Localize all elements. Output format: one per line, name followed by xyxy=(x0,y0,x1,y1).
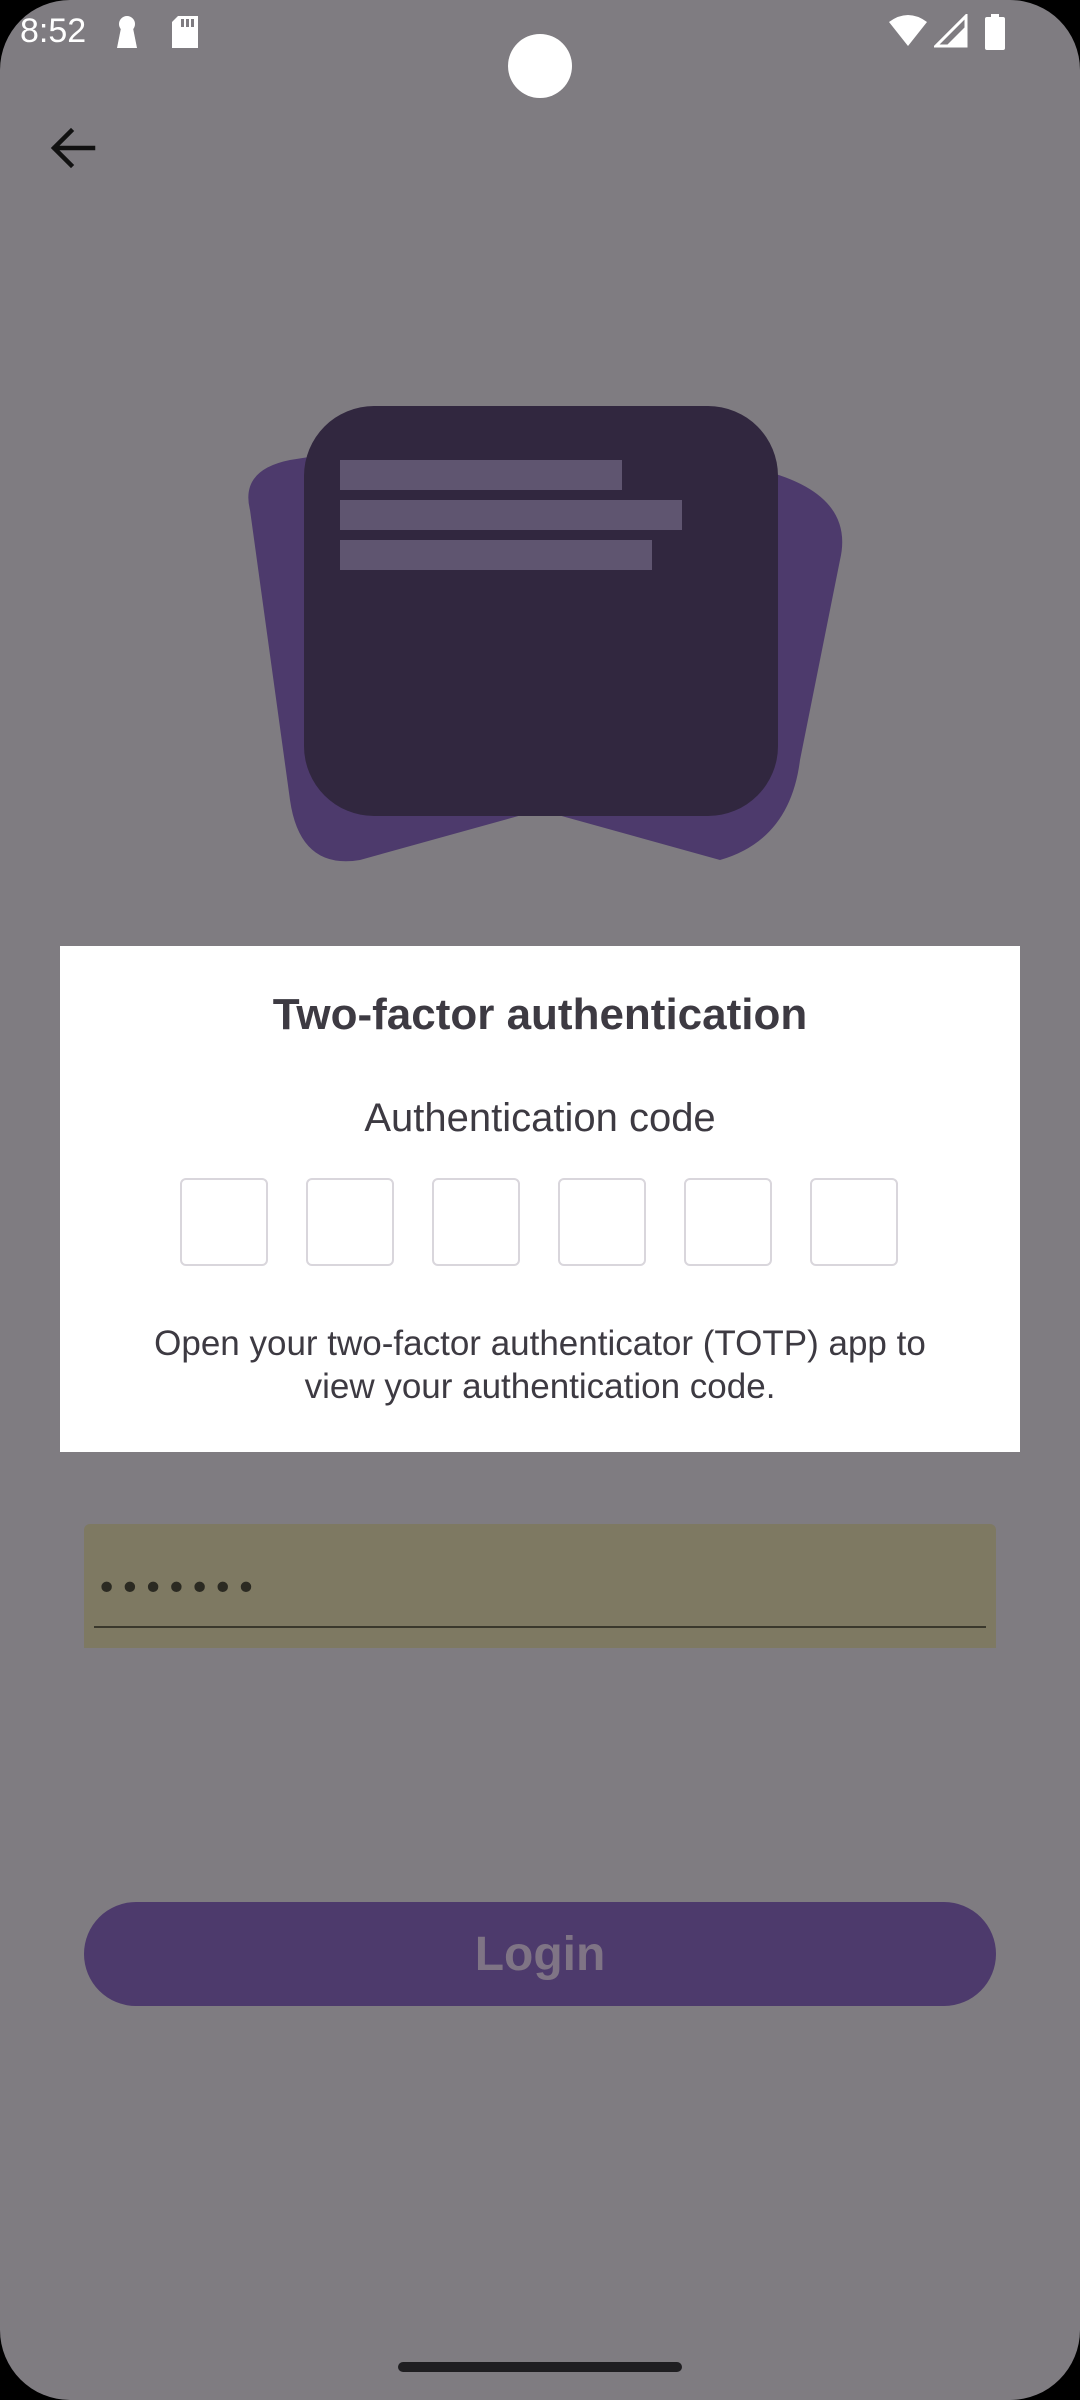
signal-icon xyxy=(932,12,968,53)
back-button[interactable] xyxy=(30,105,116,191)
sd-card-icon xyxy=(170,14,200,55)
authentication-code-input xyxy=(180,1178,900,1270)
code-digit-box[interactable] xyxy=(684,1178,772,1266)
gesture-nav-handle[interactable] xyxy=(398,2362,682,2372)
code-digit-box[interactable] xyxy=(180,1178,268,1266)
status-time: 8:52 xyxy=(20,12,87,50)
code-digit-box[interactable] xyxy=(810,1178,898,1266)
dialog-hint: Open your two-factor authenticator (TOTP… xyxy=(154,1324,926,1406)
dialog-title: Two-factor authentication xyxy=(272,990,808,1039)
camera-cutout xyxy=(508,34,572,98)
app-screen: 8:52 ••••••• Login Two-factor authentica… xyxy=(0,0,1080,2400)
authentication-code-label: Authentication code xyxy=(364,1096,716,1140)
code-digit-box[interactable] xyxy=(432,1178,520,1266)
keyhole-icon xyxy=(112,14,142,55)
code-digit-box[interactable] xyxy=(558,1178,646,1266)
stacked-cards-illustration xyxy=(248,406,843,862)
password-value: ••••••• xyxy=(96,1568,259,1609)
code-digit-box[interactable] xyxy=(306,1178,394,1266)
battery-icon xyxy=(984,14,1006,55)
two-factor-dialog: Two-factor authentication Authentication… xyxy=(60,946,1020,1452)
password-underline xyxy=(94,1626,986,1628)
wifi-icon xyxy=(888,14,928,53)
arrow-left-icon xyxy=(50,127,96,169)
password-field[interactable]: ••••••• xyxy=(84,1524,996,1648)
login-label: Login xyxy=(474,1927,606,1981)
login-button[interactable]: Login xyxy=(84,1902,996,2006)
